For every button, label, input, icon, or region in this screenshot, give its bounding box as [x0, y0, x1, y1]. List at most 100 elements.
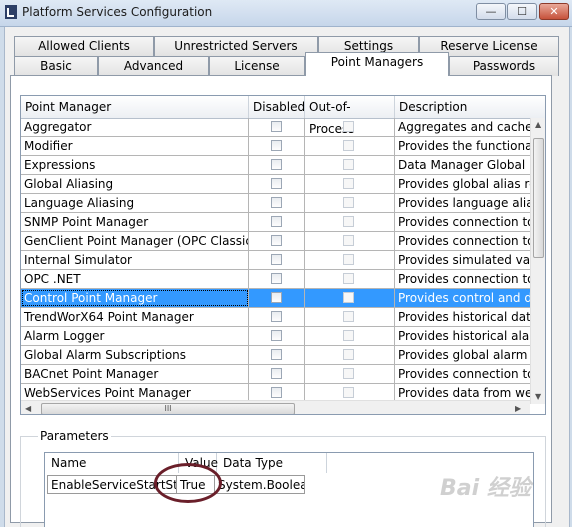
disabled-checkbox[interactable]	[271, 235, 282, 246]
disabled-checkbox[interactable]	[271, 121, 282, 132]
minimize-icon: —	[485, 5, 497, 18]
out-of-process-cell	[305, 365, 395, 383]
description-cell: Provides the functionality	[398, 139, 530, 153]
out-of-process-checkbox[interactable]	[343, 235, 354, 246]
out-of-process-checkbox[interactable]	[343, 121, 354, 132]
scroll-left-icon[interactable]: ◀	[25, 404, 31, 413]
tab-advanced[interactable]: Advanced	[98, 56, 209, 76]
column-header-description[interactable]: Description	[395, 96, 535, 118]
table-row[interactable]: Alarm Logger Provides historical alarms	[21, 327, 530, 346]
table-row[interactable]: Global Alarm Subscriptions Provides globa…	[21, 346, 530, 365]
disabled-checkbox[interactable]	[271, 197, 282, 208]
close-button[interactable]: ✕	[539, 3, 569, 20]
point-manager-name-cell[interactable]: Control Point Manager	[21, 289, 249, 307]
table-row[interactable]: Expressions Data Manager Global Exp	[21, 156, 530, 175]
scroll-up-icon[interactable]: ▲	[535, 120, 541, 129]
table-row[interactable]: GenClient Point Manager (OPC Classic) Pro…	[21, 232, 530, 251]
point-manager-grid[interactable]: Point Manager Disabled Out-of-Process De…	[20, 95, 546, 415]
out-of-process-cell	[305, 346, 395, 364]
disabled-checkbox[interactable]	[271, 178, 282, 189]
grid-header: Point Manager Disabled Out-of-Process De…	[21, 96, 545, 136]
out-of-process-cell	[305, 118, 395, 136]
table-row[interactable]: SNMP Point Manager Provides connection to…	[21, 213, 530, 232]
close-icon: ✕	[549, 5, 559, 18]
disabled-cell	[249, 327, 305, 345]
out-of-process-cell	[305, 175, 395, 193]
param-header-data-type[interactable]: Data Type	[217, 453, 327, 473]
disabled-checkbox[interactable]	[271, 311, 282, 322]
out-of-process-checkbox[interactable]	[343, 216, 354, 227]
scroll-grip-icon: III	[164, 404, 172, 413]
point-manager-name-cell[interactable]: GenClient Point Manager (OPC Classic)	[21, 232, 249, 250]
out-of-process-checkbox[interactable]	[343, 292, 354, 303]
disabled-checkbox[interactable]	[271, 368, 282, 379]
out-of-process-checkbox[interactable]	[343, 368, 354, 379]
maximize-button[interactable]: ☐	[507, 3, 537, 20]
table-row[interactable]: Control Point Manager Provides control an…	[21, 289, 530, 308]
out-of-process-checkbox[interactable]	[343, 254, 354, 265]
disabled-checkbox[interactable]	[271, 330, 282, 341]
point-manager-name-cell[interactable]: Language Aliasing	[21, 194, 249, 212]
horizontal-scrollbar[interactable]: ◀ III ▶	[21, 400, 530, 414]
scroll-right-icon[interactable]: ▶	[515, 404, 521, 413]
disabled-checkbox[interactable]	[271, 273, 282, 284]
minimize-button[interactable]: —	[476, 3, 506, 20]
param-header-name[interactable]: Name	[45, 453, 179, 473]
point-manager-name-cell[interactable]: SNMP Point Manager	[21, 213, 249, 231]
point-manager-name-cell[interactable]: Alarm Logger	[21, 327, 249, 345]
out-of-process-checkbox[interactable]	[343, 387, 354, 398]
disabled-checkbox[interactable]	[271, 292, 282, 303]
tab-passwords[interactable]: Passwords	[449, 56, 559, 76]
point-manager-name-cell[interactable]: BACnet Point Manager	[21, 365, 249, 383]
tab-basic[interactable]: Basic	[14, 56, 98, 76]
description-cell: Data Manager Global Exp	[398, 158, 530, 172]
scroll-down-icon[interactable]: ▼	[535, 392, 541, 401]
out-of-process-checkbox[interactable]	[343, 330, 354, 341]
point-manager-name-cell[interactable]: Global Alarm Subscriptions	[21, 346, 249, 364]
out-of-process-checkbox[interactable]	[343, 159, 354, 170]
point-manager-name-cell[interactable]: TrendWorX64 Point Manager	[21, 308, 249, 326]
disabled-cell	[249, 213, 305, 231]
point-manager-name-cell[interactable]: OPC .NET	[21, 270, 249, 288]
point-manager-name-cell[interactable]: Global Aliasing	[21, 175, 249, 193]
out-of-process-checkbox[interactable]	[343, 178, 354, 189]
table-row[interactable]: BACnet Point Manager Provides connection …	[21, 365, 530, 384]
disabled-checkbox[interactable]	[271, 349, 282, 360]
out-of-process-checkbox[interactable]	[343, 197, 354, 208]
disabled-checkbox[interactable]	[271, 159, 282, 170]
table-row[interactable]: TrendWorX64 Point Manager Provides histor…	[21, 308, 530, 327]
table-row[interactable]: Aggregator Aggregates and caches c	[21, 118, 530, 137]
out-of-process-checkbox[interactable]	[343, 311, 354, 322]
out-of-process-checkbox[interactable]	[343, 140, 354, 151]
tab-allowed-clients[interactable]: Allowed Clients	[14, 36, 154, 56]
disabled-checkbox[interactable]	[271, 254, 282, 265]
out-of-process-cell	[305, 194, 395, 212]
description-cell: Provides language aliasin	[398, 196, 530, 210]
disabled-cell	[249, 346, 305, 364]
horizontal-scroll-thumb[interactable]: III	[41, 403, 295, 414]
column-header-out-of-process[interactable]: Out-of-Process	[305, 96, 395, 136]
column-header-point-manager[interactable]: Point Manager	[21, 96, 249, 118]
table-row[interactable]: Global Aliasing Provides global alias res…	[21, 175, 530, 194]
disabled-cell	[249, 289, 305, 307]
point-manager-name-cell[interactable]: Expressions	[21, 156, 249, 174]
column-header-disabled[interactable]: Disabled	[249, 96, 305, 118]
disabled-checkbox[interactable]	[271, 387, 282, 398]
point-manager-name-cell[interactable]: Internal Simulator	[21, 251, 249, 269]
vertical-scrollbar[interactable]: ▲ ▼	[530, 118, 545, 404]
point-manager-name-cell[interactable]: Modifier	[21, 137, 249, 155]
point-manager-name-cell[interactable]: Aggregator	[21, 118, 249, 136]
out-of-process-checkbox[interactable]	[343, 349, 354, 360]
out-of-process-checkbox[interactable]	[343, 273, 354, 284]
tab-unrestricted-servers[interactable]: Unrestricted Servers	[154, 36, 318, 56]
table-row[interactable]: Modifier Provides the functionality	[21, 137, 530, 156]
tab-point-managers[interactable]: Point Managers	[305, 52, 449, 76]
disabled-checkbox[interactable]	[271, 140, 282, 151]
tab-license[interactable]: License	[209, 56, 305, 76]
vertical-scroll-thumb[interactable]	[533, 138, 544, 258]
table-row[interactable]: Internal Simulator Provides simulated val…	[21, 251, 530, 270]
disabled-checkbox[interactable]	[271, 216, 282, 227]
table-row[interactable]: OPC .NET Provides connection to O	[21, 270, 530, 289]
description-cell: Provides connection to S	[398, 215, 530, 229]
table-row[interactable]: Language Aliasing Provides language alias…	[21, 194, 530, 213]
